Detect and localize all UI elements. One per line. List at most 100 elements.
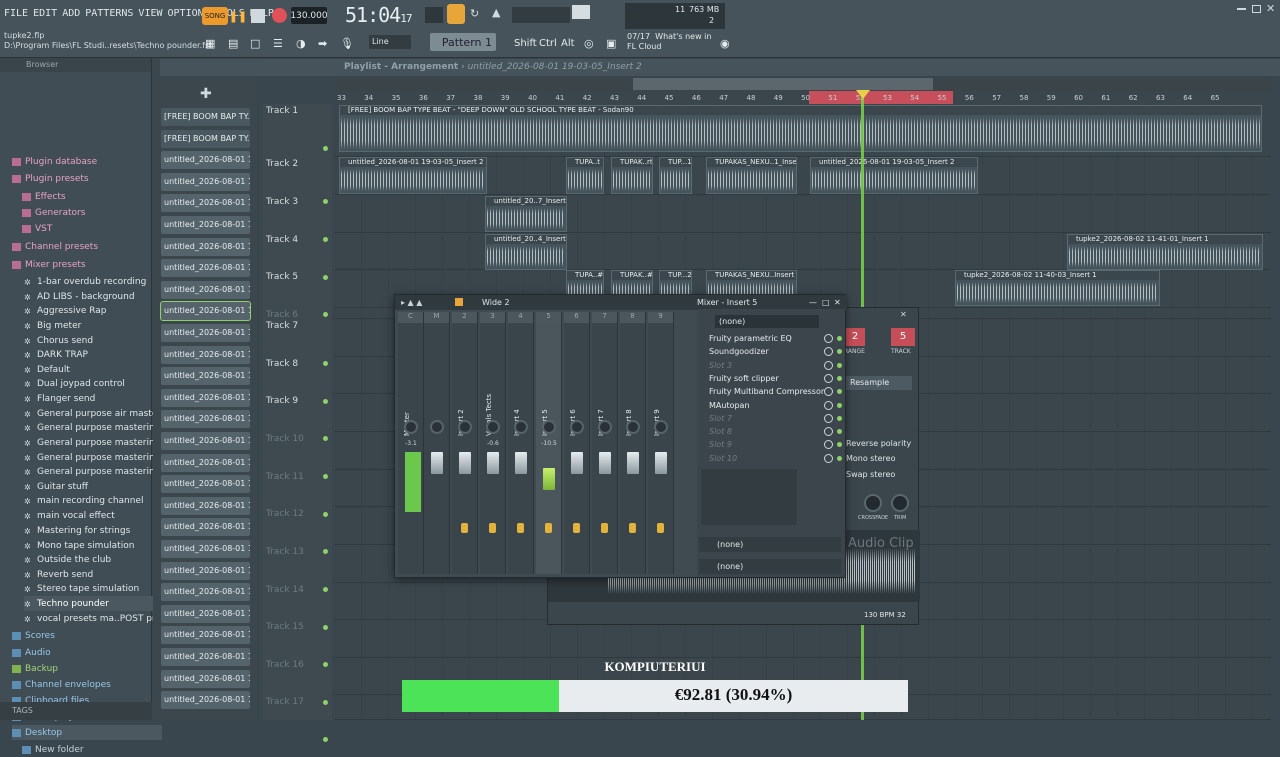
pause-button[interactable]: ❚❚ (229, 7, 247, 25)
clip-list-item[interactable]: untitled_2026-08-01 19-... (161, 626, 250, 645)
mix-knob-icon[interactable] (824, 347, 833, 357)
track-label[interactable]: Track 11 (266, 472, 304, 482)
fx-slot[interactable]: Fruity Multiband Compressor (703, 386, 843, 398)
route-button[interactable] (517, 523, 524, 533)
mixer-strip[interactable]: 8Insert 8 (620, 312, 646, 574)
slot-enabled-led[interactable] (837, 429, 842, 435)
track-mute-led[interactable] (323, 625, 328, 630)
fx-slot[interactable]: Slot 7 (703, 413, 843, 425)
add-icon[interactable]: ✚ (200, 86, 212, 102)
track-label[interactable]: Track 3 (266, 197, 298, 207)
clip-list-item[interactable]: untitled_2026-08-01 19-... (161, 583, 250, 602)
trim-knob[interactable] (891, 494, 909, 512)
audio-clip[interactable]: untitled_2026-08-01 19-03-05_Insert 2 (810, 157, 978, 194)
track-mute-led[interactable] (323, 549, 328, 554)
clip-list-item[interactable]: untitled_2026-08-01 19-... (161, 540, 250, 558)
slot-enabled-led[interactable] (837, 349, 842, 355)
reverse-polarity-option[interactable]: Reverse polarity (846, 439, 911, 448)
pan-knob[interactable] (542, 420, 556, 434)
track-label[interactable]: Track 14 (266, 585, 304, 595)
browser-item[interactable]: Mixer presets (12, 257, 86, 272)
pattern-select[interactable]: Pattern 1 (430, 33, 496, 51)
pan-knob[interactable] (404, 420, 418, 434)
audio-clip[interactable]: TUPA..t 1 (566, 157, 604, 194)
touch-icon[interactable]: ◎ (584, 33, 594, 53)
clip-list-item[interactable]: untitled_2026-08-01 18-... (161, 237, 250, 256)
clip-list-item[interactable]: untitled_2026-08-01 19-... (161, 410, 250, 429)
pan-knob[interactable] (570, 420, 584, 434)
audio-clip[interactable]: TUPAKAS_NEXU..1_Insert 1 (706, 157, 797, 194)
browser-item[interactable]: ✲ Aggressive Rap (24, 303, 107, 318)
track-mute-led[interactable] (323, 146, 328, 151)
track-label[interactable]: Track 16 (266, 660, 304, 670)
mixer-titlebar[interactable]: ▸ ▲ ▲ Wide 2 Mixer - Insert 5 — □ ✕ (395, 295, 847, 310)
snap-select[interactable]: Line (369, 35, 411, 49)
crossfade-knob[interactable] (864, 494, 882, 512)
track-label[interactable]: Track 9 (266, 396, 298, 406)
audio-clip[interactable]: untitled_20..4_Insert 1 (485, 234, 567, 270)
wait-icon[interactable]: ↻ (470, 7, 479, 20)
browser-item[interactable]: ✲ General purpose mastering 2 (24, 420, 169, 435)
mixer-minimize-icon[interactable]: — (809, 295, 817, 310)
mix-knob-icon[interactable] (824, 413, 833, 423)
slot-enabled-led[interactable] (837, 375, 842, 381)
mixer-maximize-icon[interactable]: □ (822, 295, 830, 310)
mixer-preset[interactable]: Wide 2 (482, 295, 510, 310)
clip-list-item[interactable]: untitled_2026-08-01 18-... (161, 151, 250, 170)
mixer-strip[interactable]: 7Insert 7 (592, 312, 618, 574)
browser-item[interactable]: Channel envelopes (12, 677, 111, 692)
fx-slot[interactable]: Slot 10 (703, 453, 843, 465)
fx-slot[interactable]: Fruity soft clipper (703, 373, 843, 385)
input-select[interactable]: (none) (715, 315, 819, 328)
mix-knob-icon[interactable] (824, 400, 833, 410)
browser-item[interactable]: ✲ Reverb send (24, 567, 93, 582)
save-icon[interactable]: ▣ (606, 33, 616, 53)
volume-fader[interactable] (515, 452, 527, 474)
track-label[interactable]: Track 15 (266, 622, 304, 632)
mix-knob-icon[interactable] (824, 373, 833, 383)
volume-fader[interactable] (627, 452, 639, 474)
minimize-icon[interactable] (1237, 8, 1246, 10)
track-label[interactable]: Track 2 (266, 159, 298, 169)
clip-list-item[interactable]: untitled_2026-08-01 18-... (161, 172, 250, 191)
mixer-strip[interactable]: M (424, 312, 450, 574)
track-number-2[interactable]: 5 (891, 328, 915, 346)
track-mute-led[interactable] (323, 275, 328, 280)
pan-knob[interactable] (458, 420, 472, 434)
browser-item[interactable]: ✲ Stereo tape simulation (24, 581, 139, 596)
volume-fader[interactable] (655, 452, 667, 474)
track-label[interactable]: Track 5 (266, 272, 298, 282)
track-label[interactable]: Track 1 (266, 106, 298, 116)
playlist-icon[interactable]: ▦ (205, 33, 215, 53)
send-select-1[interactable]: (none) (699, 537, 841, 552)
tags-bar[interactable]: TAGS (0, 702, 152, 720)
track-mute-led[interactable] (323, 737, 328, 742)
browser-item[interactable]: Audio (12, 645, 51, 660)
browser-item[interactable]: ✲ Big meter (24, 318, 81, 333)
browser-item[interactable]: ✲ Dual joypad control (24, 376, 125, 391)
shift-key-icon[interactable]: Shift (514, 33, 537, 53)
track-mute-led[interactable] (323, 700, 328, 705)
clip-list-item[interactable]: untitled_2026-08-01 19-... (161, 453, 250, 472)
fx-slot[interactable]: Fruity parametric EQ (703, 333, 843, 345)
route-button[interactable] (601, 523, 608, 533)
track-mute-led[interactable] (323, 587, 328, 592)
menu-file[interactable]: FILE (4, 8, 28, 19)
route-button[interactable] (489, 523, 496, 533)
slot-enabled-led[interactable] (837, 402, 842, 408)
metronome-icon[interactable] (425, 7, 443, 23)
browser-item[interactable]: ✲ Techno pounder (24, 596, 174, 611)
track-row[interactable] (335, 195, 1271, 233)
browser-item[interactable]: Channel presets (12, 239, 98, 254)
maximize-icon[interactable] (1252, 5, 1261, 13)
track-label[interactable]: Track 7 (266, 321, 298, 331)
clip-list-item[interactable]: untitled_2026-08-01 18-... (161, 194, 250, 213)
browser-item[interactable]: Plugin database (12, 154, 97, 169)
master-volume-slider[interactable] (512, 7, 570, 23)
mix-knob-icon[interactable] (824, 360, 833, 370)
track-mute-led[interactable] (323, 237, 328, 242)
slot-enabled-led[interactable] (837, 362, 842, 368)
mono-stereo-option[interactable]: Mono stereo (846, 454, 895, 463)
track-label[interactable]: Track 13 (266, 547, 304, 557)
mixer-strip[interactable]: 3 Vocals Tects -0.6 (480, 312, 506, 574)
